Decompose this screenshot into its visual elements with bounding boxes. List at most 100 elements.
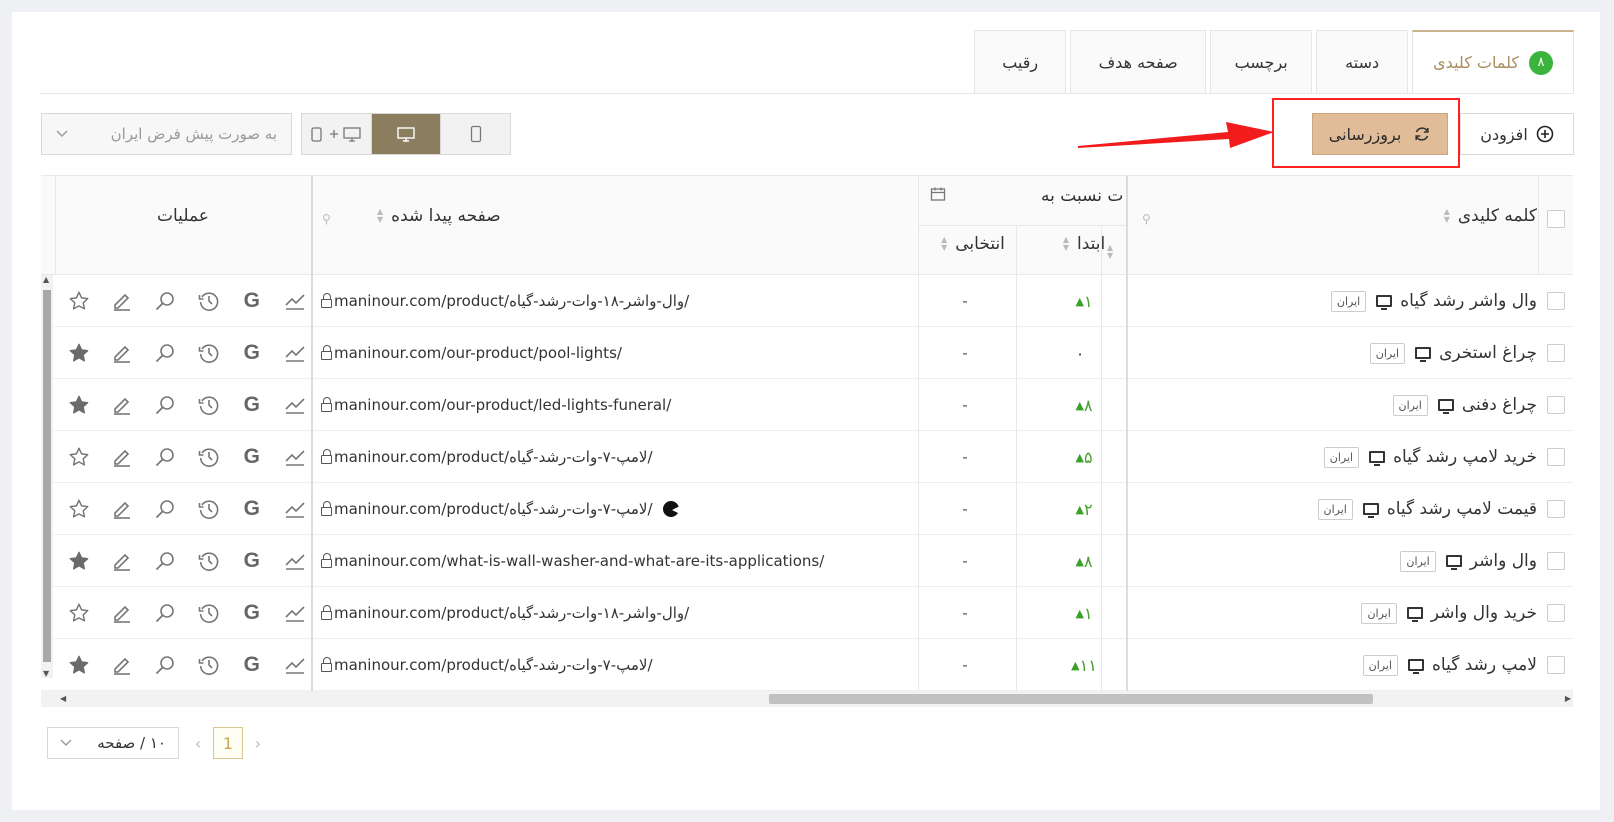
row-checkbox[interactable] — [1547, 396, 1565, 414]
tab-competitor[interactable]: رقیب — [974, 30, 1067, 93]
tab-keywords[interactable]: ۸ کلمات کلیدی — [1412, 30, 1574, 93]
sort-icon[interactable]: ▲ ▼ — [1107, 244, 1113, 260]
star-filled-icon[interactable] — [67, 393, 91, 417]
edit-icon[interactable] — [110, 289, 134, 313]
header-chosen[interactable]: انتخابی ▲ ▼ — [925, 234, 1013, 254]
vertical-scrollbar[interactable]: ▲ ▼ — [41, 275, 53, 678]
device-mobile-option[interactable] — [440, 114, 511, 154]
star-outline-icon[interactable] — [67, 601, 91, 625]
add-button[interactable]: افزودن — [1460, 113, 1574, 155]
edit-icon[interactable] — [110, 601, 134, 625]
page-size-select[interactable]: ۱۰ / صفحه — [47, 727, 179, 759]
google-icon[interactable]: G — [240, 393, 264, 417]
desktop-icon — [1369, 451, 1386, 466]
scroll-down-icon[interactable]: ▼ — [43, 669, 49, 678]
next-page-icon[interactable]: › — [248, 727, 268, 759]
google-icon[interactable]: G — [240, 341, 264, 365]
found-page-url[interactable]: maninour.com/product/لامپ-۷-وات-رشد-گیاه… — [334, 448, 653, 466]
google-icon[interactable]: G — [240, 289, 264, 313]
scroll-right-icon[interactable]: ▶ — [1565, 694, 1571, 703]
found-page-cell: maninour.com/product/وال-واشر-۱۸-وات-رشد… — [321, 587, 689, 639]
history-icon[interactable] — [197, 445, 221, 469]
row-checkbox[interactable] — [1547, 448, 1565, 466]
found-page-url[interactable]: maninour.com/our-product/led-lights-fune… — [334, 396, 671, 414]
select-all-checkbox[interactable] — [1547, 210, 1565, 228]
edit-icon[interactable] — [110, 445, 134, 469]
history-icon[interactable] — [197, 653, 221, 677]
history-icon[interactable] — [197, 601, 221, 625]
search-icon[interactable] — [153, 549, 177, 573]
search-icon[interactable] — [153, 445, 177, 469]
search-icon[interactable] — [153, 341, 177, 365]
row-checkbox[interactable] — [1547, 344, 1565, 362]
scroll-left-icon[interactable]: ◀ — [60, 694, 66, 703]
row-checkbox[interactable] — [1547, 604, 1565, 622]
page-1[interactable]: 1 — [213, 727, 243, 759]
row-checkbox[interactable] — [1547, 500, 1565, 518]
calendar-icon[interactable] — [930, 186, 946, 202]
edit-icon[interactable] — [110, 497, 134, 521]
row-checkbox[interactable] — [1547, 656, 1565, 674]
found-page-search-icon[interactable]: ⚲ — [322, 212, 331, 226]
history-icon[interactable] — [197, 393, 221, 417]
chart-line-icon[interactable] — [283, 341, 307, 365]
google-icon[interactable]: G — [240, 549, 264, 573]
search-icon[interactable] — [153, 393, 177, 417]
chart-line-icon[interactable] — [283, 497, 307, 521]
history-icon[interactable] — [197, 549, 221, 573]
star-filled-icon[interactable] — [67, 653, 91, 677]
found-page-url[interactable]: maninour.com/product/لامپ-۷-وات-رشد-گیاه… — [334, 656, 653, 674]
sort-icon[interactable]: ▲ ▼ — [941, 236, 947, 252]
edit-icon[interactable] — [110, 393, 134, 417]
tab-category[interactable]: دسته — [1316, 30, 1409, 93]
sort-icon[interactable]: ▲ ▼ — [377, 208, 383, 224]
search-icon[interactable] — [153, 601, 177, 625]
tab-tag[interactable]: برچسب — [1210, 30, 1313, 93]
chart-line-icon[interactable] — [283, 653, 307, 677]
row-checkbox[interactable] — [1547, 552, 1565, 570]
google-icon[interactable]: G — [240, 653, 264, 677]
vertical-scroll-thumb[interactable] — [43, 290, 51, 662]
device-desktop-mobile-option[interactable] — [302, 114, 371, 154]
scroll-up-icon[interactable]: ▲ — [43, 275, 49, 284]
google-icon[interactable]: G — [240, 497, 264, 521]
chart-line-icon[interactable] — [283, 393, 307, 417]
found-page-url[interactable]: maninour.com/product/وال-واشر-۱۸-وات-رشد… — [334, 292, 689, 310]
keyword-search-icon[interactable]: ⚲ — [1142, 212, 1151, 226]
device-desktop-option[interactable] — [370, 114, 441, 154]
history-icon[interactable] — [197, 341, 221, 365]
found-page-url[interactable]: maninour.com/what-is-wall-washer-and-wha… — [334, 552, 824, 570]
found-page-url[interactable]: maninour.com/product/وال-واشر-۱۸-وات-رشد… — [334, 604, 689, 622]
search-icon[interactable] — [153, 289, 177, 313]
edit-icon[interactable] — [110, 341, 134, 365]
search-icon[interactable] — [153, 653, 177, 677]
star-outline-icon[interactable] — [67, 497, 91, 521]
star-outline-icon[interactable] — [67, 289, 91, 313]
header-keyword[interactable]: کلمه کلیدی ▲ ▼ — [1436, 206, 1537, 226]
chart-line-icon[interactable] — [283, 445, 307, 469]
edit-icon[interactable] — [110, 549, 134, 573]
sort-icon[interactable]: ▲ ▼ — [1063, 236, 1069, 252]
google-icon[interactable]: G — [240, 445, 264, 469]
star-filled-icon[interactable] — [67, 549, 91, 573]
horizontal-scrollbar[interactable]: ◀ ▶ — [41, 691, 1573, 707]
google-icon[interactable]: G — [240, 601, 264, 625]
history-icon[interactable] — [197, 289, 221, 313]
search-icon[interactable] — [153, 497, 177, 521]
header-found-page[interactable]: ▲ ▼ صفحه پیدا شده — [369, 206, 501, 226]
chart-line-icon[interactable] — [283, 601, 307, 625]
found-page-url[interactable]: maninour.com/product/لامپ-۷-وات-رشد-گیاه… — [334, 500, 653, 518]
star-filled-icon[interactable] — [67, 341, 91, 365]
prev-page-icon[interactable]: ‹ — [188, 727, 208, 759]
sort-icon[interactable]: ▲ ▼ — [1444, 208, 1450, 224]
chart-line-icon[interactable] — [283, 549, 307, 573]
chart-line-icon[interactable] — [283, 289, 307, 313]
region-select[interactable]: به صورت پیش فرض ایران — [41, 113, 292, 155]
found-page-url[interactable]: maninour.com/our-product/pool-lights/ — [334, 344, 622, 362]
tab-target-page[interactable]: صفحه هدف — [1070, 30, 1207, 93]
history-icon[interactable] — [197, 497, 221, 521]
edit-icon[interactable] — [110, 653, 134, 677]
star-outline-icon[interactable] — [67, 445, 91, 469]
row-checkbox[interactable] — [1547, 292, 1565, 310]
horizontal-scroll-thumb[interactable] — [769, 694, 1373, 704]
